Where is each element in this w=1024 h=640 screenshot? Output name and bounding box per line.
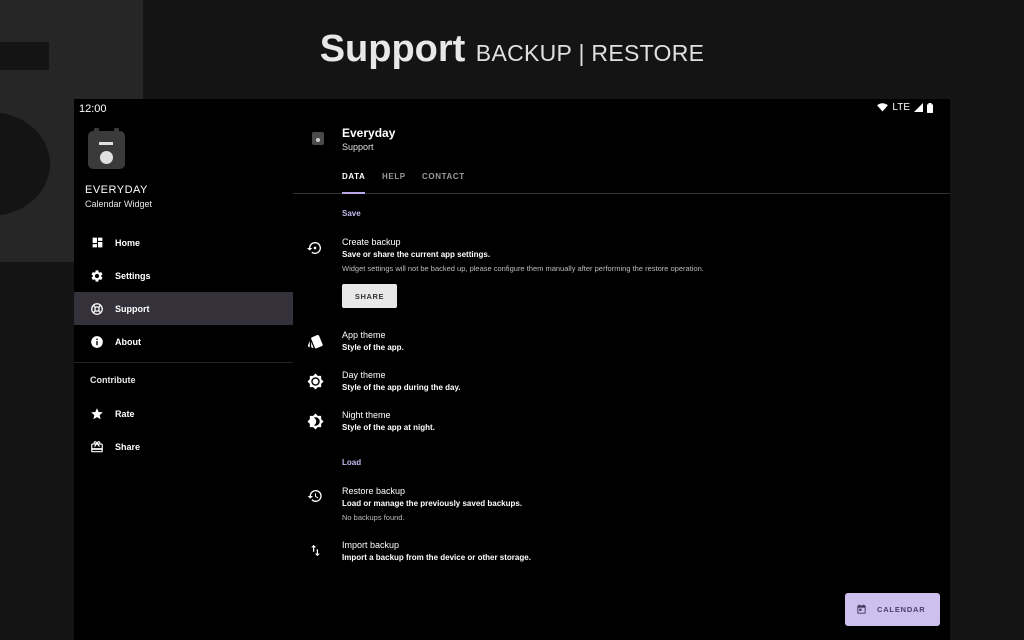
info-icon: [90, 335, 104, 349]
fab-label: CALENDAR: [877, 605, 926, 614]
nav-item-label: Home: [115, 237, 141, 248]
drawer-section-label: Contribute: [90, 375, 136, 385]
wifi-icon: [877, 103, 889, 112]
style-icon: [306, 332, 324, 350]
night-theme-subtitle: Style of the app at night.: [342, 423, 435, 432]
backup-restore-icon: [306, 239, 324, 257]
nav-item-about[interactable]: About: [74, 325, 293, 358]
app-subtitle: Calendar Widget: [85, 199, 153, 209]
day-theme-subtitle: Style of the app during the day.: [342, 383, 461, 392]
app-logo-icon: [88, 128, 125, 169]
promo-subtitle: BACKUP | RESTORE: [475, 40, 705, 66]
main-content: Everyday Support DATA HELP CONTACT Save …: [293, 119, 950, 640]
share-button[interactable]: SHARE: [342, 284, 397, 308]
lifebuoy-icon: [90, 302, 104, 316]
page-title: Everyday: [342, 126, 396, 140]
brightness-icon: [306, 372, 324, 390]
history-icon: [306, 487, 324, 505]
nav-item-support[interactable]: Support: [74, 292, 293, 325]
promo-title: Support: [319, 28, 466, 70]
dashboard-icon: [90, 236, 104, 250]
tab-contact[interactable]: CONTACT: [422, 172, 465, 194]
decoration-circle: [0, 112, 50, 216]
nav-item-settings[interactable]: Settings: [74, 259, 293, 292]
status-bar: 12:00 LTE: [74, 99, 950, 119]
nav-item-label: Settings: [115, 270, 151, 281]
star-icon: [90, 407, 104, 421]
network-type: LTE: [892, 102, 910, 113]
restore-backup-subtitle: Load or manage the previously saved back…: [342, 499, 523, 508]
import-export-icon: [306, 541, 324, 559]
nav-item-label: Support: [115, 303, 150, 314]
night-theme-title: Night theme: [342, 410, 391, 420]
import-backup-title: Import backup: [342, 540, 400, 550]
calendar-fab-button[interactable]: CALENDAR: [845, 593, 940, 626]
create-backup-subtitle: Save or share the current app settings.: [342, 250, 491, 259]
app-theme-title: App theme: [342, 330, 386, 340]
import-backup-subtitle: Import a backup from the device or other…: [342, 553, 531, 562]
battery-icon: [927, 102, 933, 113]
nav-item-label: Rate: [115, 408, 135, 419]
nav-item-label: About: [115, 336, 141, 347]
nav-item-home[interactable]: Home: [74, 226, 293, 259]
navigation-drawer: EVERYDAY Calendar Widget Home Settings S…: [74, 119, 293, 640]
signal-icon: [914, 103, 923, 112]
section-save-label: Save: [342, 209, 361, 218]
section-load-label: Load: [342, 458, 362, 467]
night-brightness-icon: [306, 412, 324, 430]
app-theme-subtitle: Style of the app.: [342, 343, 404, 352]
device-screen: 12:00 LTE EVERYDAY Calendar Widget Home …: [74, 99, 950, 640]
gear-icon: [90, 269, 104, 283]
calendar-small-icon: [312, 132, 324, 145]
day-theme-title: Day theme: [342, 370, 386, 380]
nav-item-share[interactable]: Share: [74, 430, 293, 463]
restore-backup-note: No backups found.: [342, 513, 405, 522]
promo-header: Support BACKUP | RESTORE: [0, 28, 1024, 71]
nav-item-rate[interactable]: Rate: [74, 397, 293, 430]
create-backup-title: Create backup: [342, 237, 401, 247]
restore-backup-title: Restore backup: [342, 486, 406, 496]
page-subtitle: Support: [342, 142, 374, 152]
tab-help[interactable]: HELP: [382, 172, 406, 194]
status-icons: LTE: [877, 102, 933, 113]
calendar-icon: [857, 604, 866, 614]
app-name: EVERYDAY: [85, 184, 148, 196]
drawer-divider: [74, 362, 293, 363]
tab-data[interactable]: DATA: [342, 172, 366, 194]
create-backup-note: Widget settings will not be backed up, p…: [342, 264, 704, 273]
status-time: 12:00: [79, 103, 107, 115]
gift-icon: [90, 440, 104, 454]
tab-bar: DATA HELP CONTACT: [293, 169, 950, 194]
nav-item-label: Share: [115, 441, 141, 452]
